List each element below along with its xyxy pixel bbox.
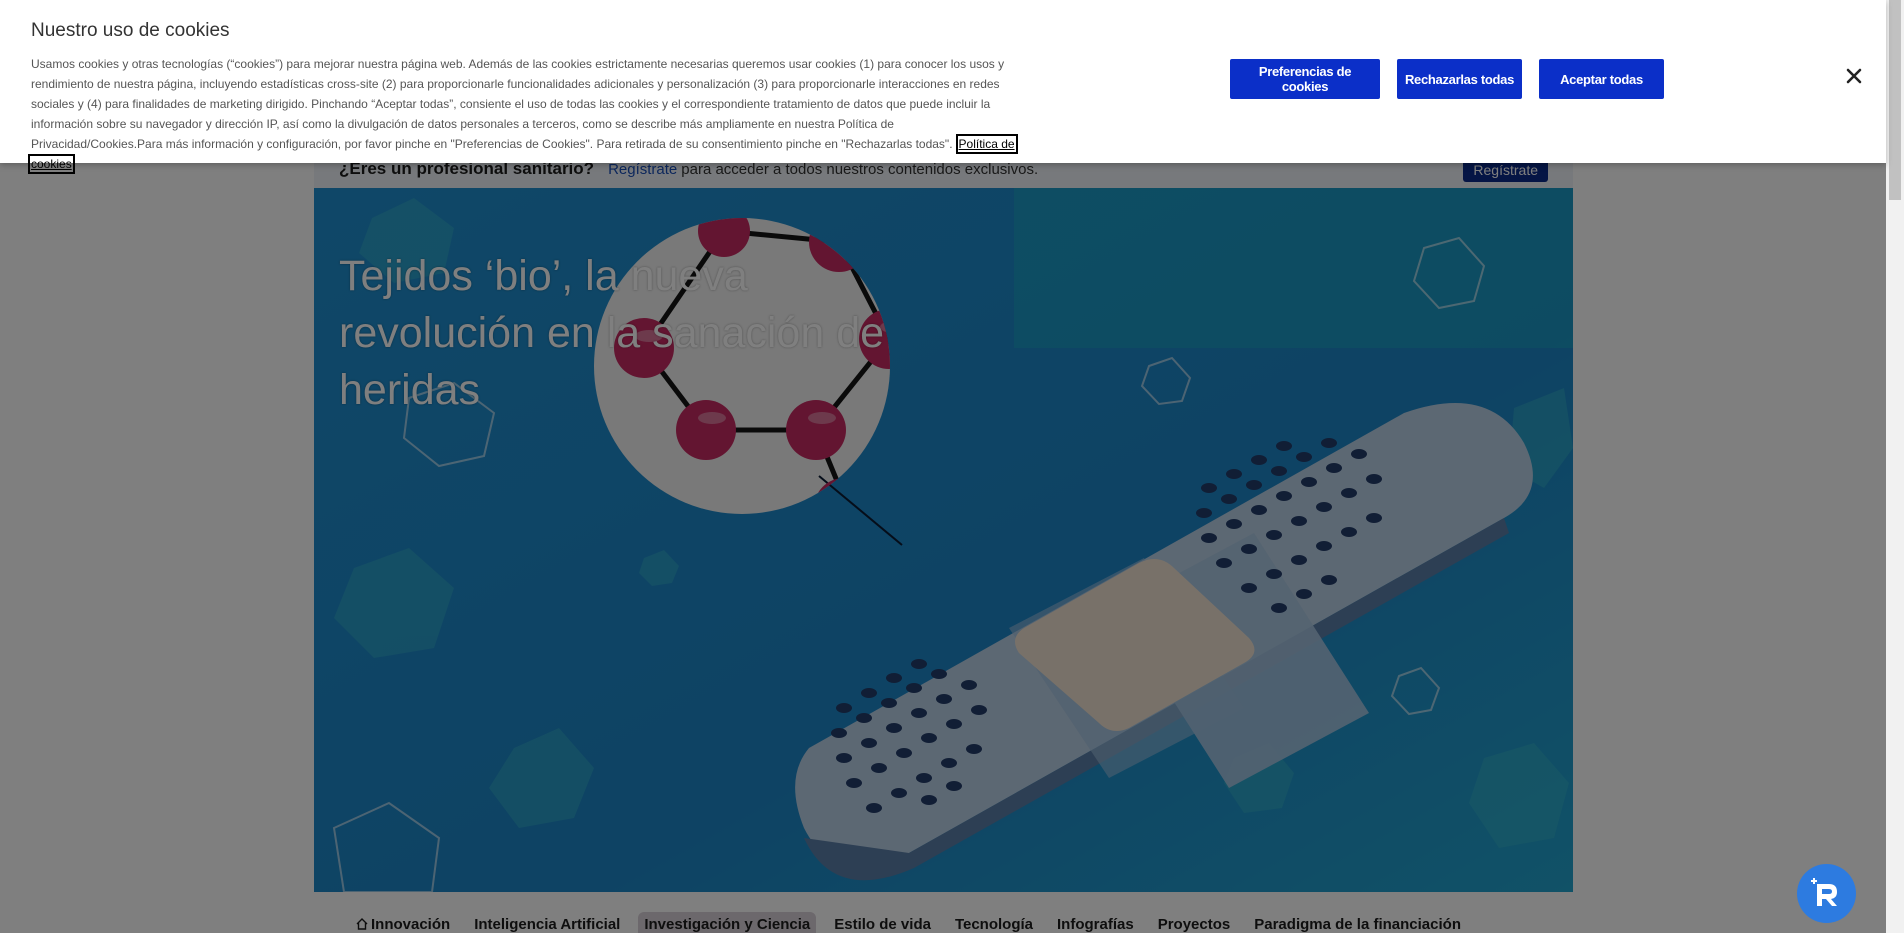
- page-scrollbar[interactable]: [1886, 0, 1904, 933]
- scrollbar-thumb[interactable]: [1889, 0, 1901, 200]
- cookie-title: Nuestro uso de cookies: [31, 20, 230, 41]
- accept-all-button[interactable]: Aceptar todas: [1539, 59, 1664, 99]
- cookie-text: Usamos cookies y otras tecnologías (“coo…: [31, 57, 1005, 151]
- assistant-icon[interactable]: [1797, 864, 1856, 923]
- cookie-description: Usamos cookies y otras tecnologías (“coo…: [28, 54, 1024, 174]
- cookie-banner: Nuestro uso de cookies Usamos cookies y …: [0, 0, 1886, 174]
- cookie-preferences-button[interactable]: Preferencias de cookies: [1230, 59, 1380, 99]
- close-icon[interactable]: [1844, 66, 1864, 86]
- reject-all-button[interactable]: Rechazarlas todas: [1397, 59, 1522, 99]
